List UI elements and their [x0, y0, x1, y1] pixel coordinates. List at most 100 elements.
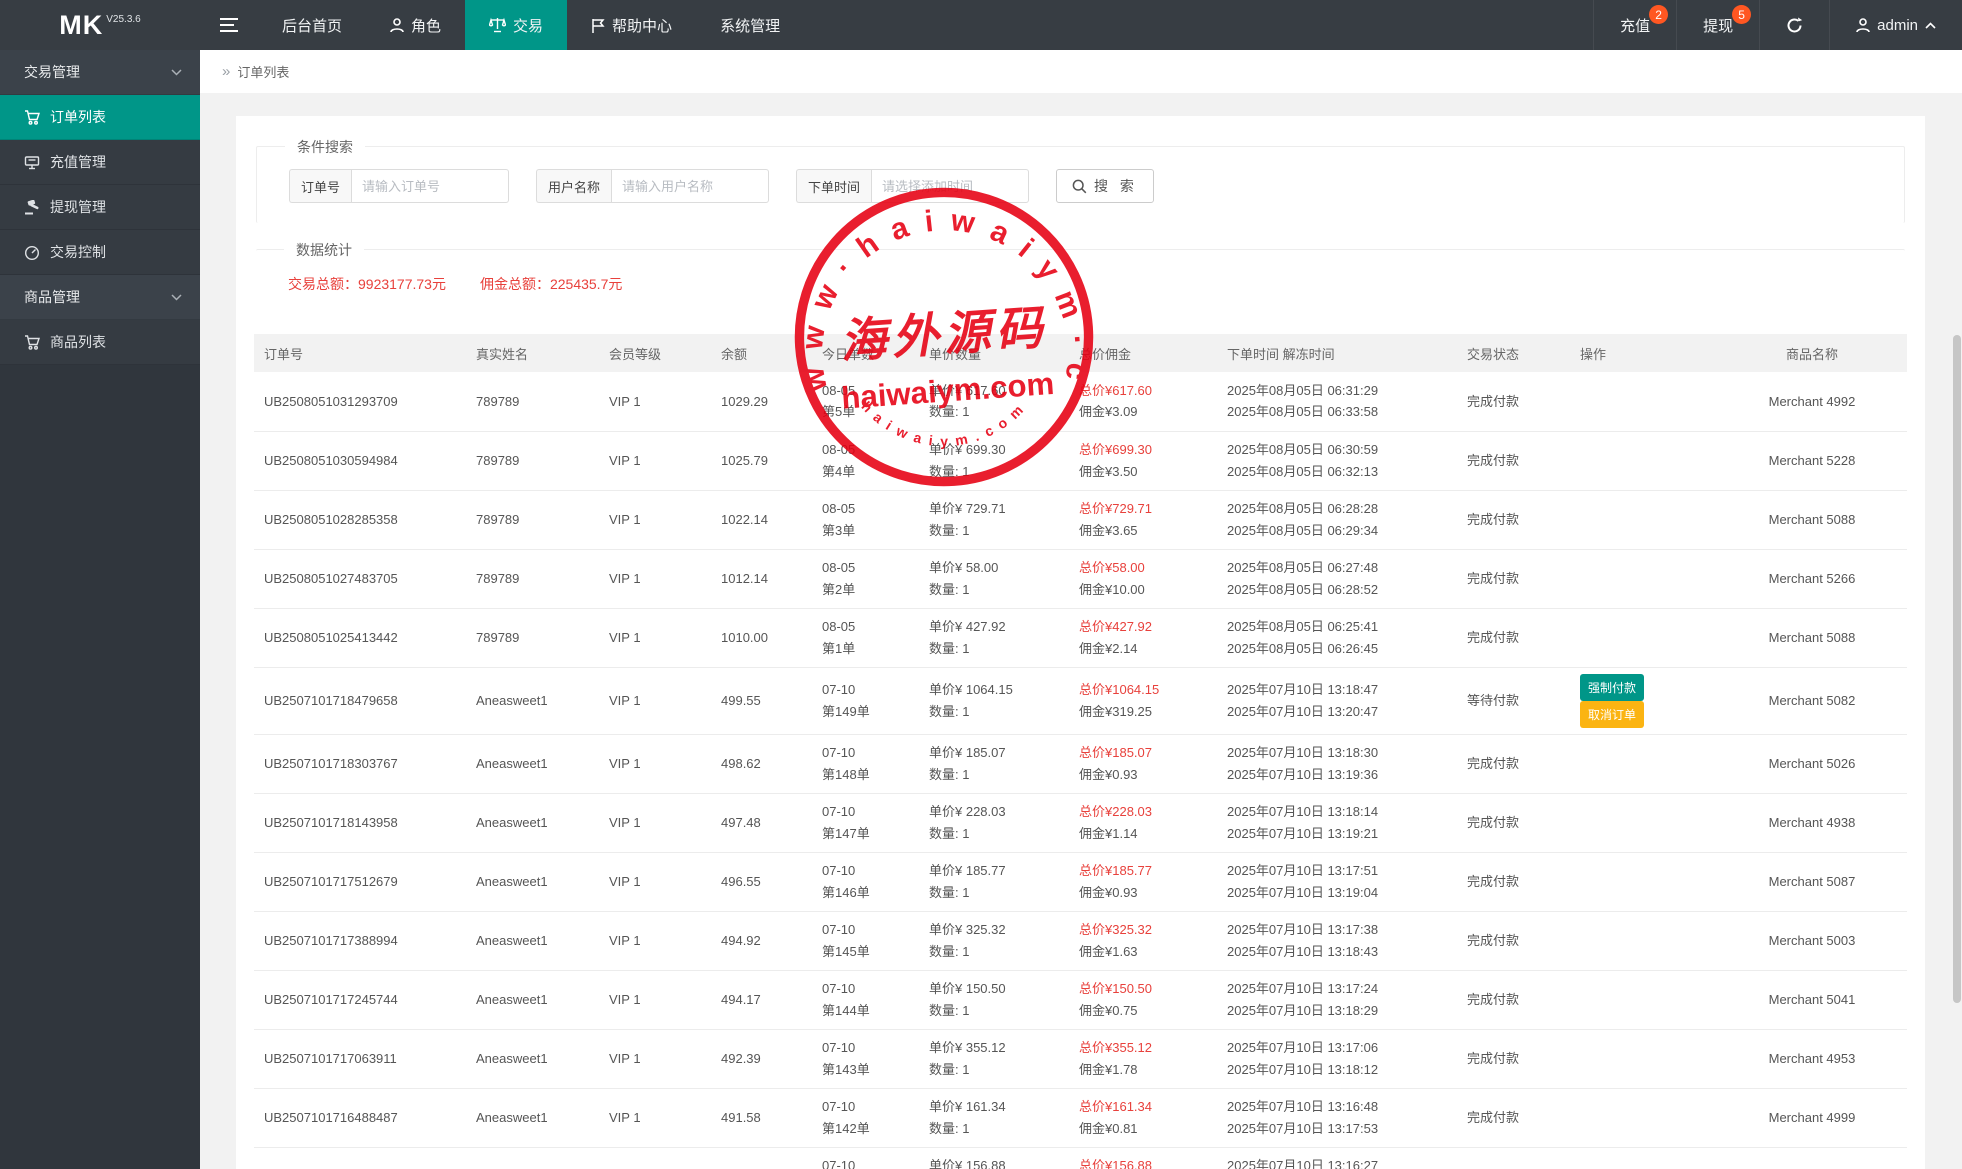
- vip-level: VIP 1: [609, 992, 641, 1007]
- vip-level: VIP 1: [609, 815, 641, 830]
- menu-collapse-button[interactable]: [200, 0, 258, 50]
- order-no-field-group: 订单号: [289, 169, 509, 203]
- balance: 1025.79: [721, 453, 768, 468]
- unfreeze-time: 2025年07月10日 13:18:12: [1227, 1059, 1447, 1080]
- order-time-field-label: 下单时间: [796, 169, 871, 203]
- merchant-name: Merchant 5228: [1769, 453, 1856, 468]
- column-header: 交易状态: [1457, 334, 1570, 372]
- force-pay-button[interactable]: 强制付款: [1580, 674, 1644, 701]
- order-date: 08-05: [822, 439, 909, 460]
- order-date: 07-10: [822, 1096, 909, 1117]
- real-name: Aneasweet1: [476, 815, 548, 830]
- username-input[interactable]: [611, 169, 769, 203]
- scrollbar-thumb[interactable]: [1953, 335, 1961, 1003]
- quantity: 数量: 1: [929, 579, 1059, 600]
- balance: 492.39: [721, 1051, 761, 1066]
- merchant-name: Merchant 4999: [1769, 1110, 1856, 1125]
- trade-status: 完成付款: [1467, 933, 1519, 948]
- balance: 494.92: [721, 933, 761, 948]
- order-no: UB2508051028285358: [264, 512, 398, 527]
- trade-status: 完成付款: [1467, 630, 1519, 645]
- real-name: 789789: [476, 453, 519, 468]
- quantity: 数量: 1: [929, 461, 1059, 482]
- order-nth: 第3单: [822, 520, 909, 541]
- person-icon: [1856, 18, 1870, 33]
- withdraw-notice-button[interactable]: 提现 5: [1676, 0, 1759, 50]
- unfreeze-time: 2025年07月10日 13:19:36: [1227, 764, 1447, 785]
- order-date: 08-05: [822, 380, 909, 401]
- trade-status: 完成付款: [1467, 512, 1519, 527]
- unfreeze-time: 2025年08月05日 06:28:52: [1227, 579, 1447, 600]
- unfreeze-time: 2025年07月10日 13:19:04: [1227, 882, 1447, 903]
- real-name: Aneasweet1: [476, 874, 548, 889]
- sidebar-item-label: 订单列表: [50, 107, 106, 127]
- cancel-order-button[interactable]: 取消订单: [1580, 701, 1644, 728]
- nav-tab-home[interactable]: 后台首页: [258, 0, 366, 50]
- scrollbar[interactable]: [1951, 50, 1962, 1169]
- order-time: 2025年07月10日 13:17:51: [1227, 860, 1447, 881]
- sidebar-section-trade[interactable]: 交易管理: [0, 50, 200, 95]
- unfreeze-time: 2025年08月05日 06:26:45: [1227, 638, 1447, 659]
- sidebar-item-trade-control[interactable]: 交易控制: [0, 230, 200, 275]
- orders-table-header: 订单号真实姓名会员等级余额今日单数单价数量总价佣金下单时间 解冻时间交易状态操作…: [254, 334, 1907, 372]
- merchant-name: Merchant 4953: [1769, 1051, 1856, 1066]
- column-header: 今日单数: [812, 334, 919, 372]
- order-date: 07-10: [822, 679, 909, 700]
- top-navbar: MK V25.3.6 后台首页 角色 交易 帮助中心 系统管理 充值 2: [0, 0, 1962, 50]
- nav-tab-label: 帮助中心: [612, 15, 672, 36]
- vip-level: VIP 1: [609, 933, 641, 948]
- trade-status: 完成付款: [1467, 453, 1519, 468]
- nav-tab-trade[interactable]: 交易: [465, 0, 567, 50]
- merchant-name: Merchant 5088: [1769, 630, 1856, 645]
- commission: 佣金¥1.78: [1079, 1059, 1207, 1080]
- nav-tab-system[interactable]: 系统管理: [696, 0, 804, 50]
- search-icon: [1072, 179, 1087, 194]
- person-icon: [390, 18, 404, 33]
- table-row: UB2507101717512679 Aneasweet1 VIP 1 496.…: [254, 852, 1907, 911]
- order-no: UB2507101716488487: [264, 1110, 398, 1125]
- order-nth: 第4单: [822, 461, 909, 482]
- vip-level: VIP 1: [609, 756, 641, 771]
- nav-tab-roles[interactable]: 角色: [366, 0, 465, 50]
- sidebar-item-label: 提现管理: [50, 197, 106, 217]
- sidebar-section-goods[interactable]: 商品管理: [0, 275, 200, 320]
- sidebar-item-goods-list[interactable]: 商品列表: [0, 320, 200, 365]
- unit-price: 单价¥ 185.77: [929, 860, 1059, 881]
- logo-version: V25.3.6: [106, 14, 140, 25]
- total-price: 总价¥1064.15: [1079, 679, 1207, 700]
- quantity: 数量: 1: [929, 941, 1059, 962]
- total-amount: 交易总额：9923177.73元: [288, 274, 446, 294]
- sidebar-item-recharge[interactable]: 充值管理: [0, 140, 200, 185]
- unfreeze-time: 2025年07月10日 13:17:53: [1227, 1118, 1447, 1139]
- sidebar-item-label: 商品列表: [50, 332, 106, 352]
- withdraw-label: 提现: [1703, 15, 1733, 36]
- recharge-notice-button[interactable]: 充值 2: [1593, 0, 1676, 50]
- order-no: UB2507101717388994: [264, 933, 398, 948]
- user-menu[interactable]: admin: [1829, 0, 1962, 50]
- nav-tab-help[interactable]: 帮助中心: [567, 0, 696, 50]
- order-time: 2025年07月10日 13:18:30: [1227, 742, 1447, 763]
- refresh-button[interactable]: [1759, 0, 1829, 50]
- merchant-name: Merchant 5266: [1769, 571, 1856, 586]
- real-name: 789789: [476, 630, 519, 645]
- order-date: 07-10: [822, 1155, 909, 1169]
- order-no-input[interactable]: [351, 169, 509, 203]
- order-time-input[interactable]: [871, 169, 1029, 203]
- search-button[interactable]: 搜 索: [1056, 169, 1154, 203]
- sidebar-section-label: 交易管理: [24, 62, 80, 82]
- balance: 491.58: [721, 1110, 761, 1125]
- real-name: 789789: [476, 394, 519, 409]
- orders-table: 订单号真实姓名会员等级余额今日单数单价数量总价佣金下单时间 解冻时间交易状态操作…: [254, 334, 1907, 1169]
- table-row: UB2508051031293709 789789 VIP 1 1029.29 …: [254, 372, 1907, 431]
- sidebar-item-order-list[interactable]: 订单列表: [0, 95, 200, 140]
- total-price: 总价¥355.12: [1079, 1037, 1207, 1058]
- unit-price: 单价¥ 325.32: [929, 919, 1059, 940]
- chevron-down-icon: [171, 69, 182, 76]
- trade-status: 完成付款: [1467, 1110, 1519, 1125]
- unit-price: 单价¥ 156.88: [929, 1155, 1059, 1169]
- sidebar-item-withdraw[interactable]: 提现管理: [0, 185, 200, 230]
- commission: 佣金¥3.09: [1079, 401, 1207, 422]
- order-nth: 第145单: [822, 941, 909, 962]
- order-date: 08-05: [822, 498, 909, 519]
- sidebar: 交易管理 订单列表 充值管理 提现管理 交易控制 商品管理: [0, 50, 200, 1169]
